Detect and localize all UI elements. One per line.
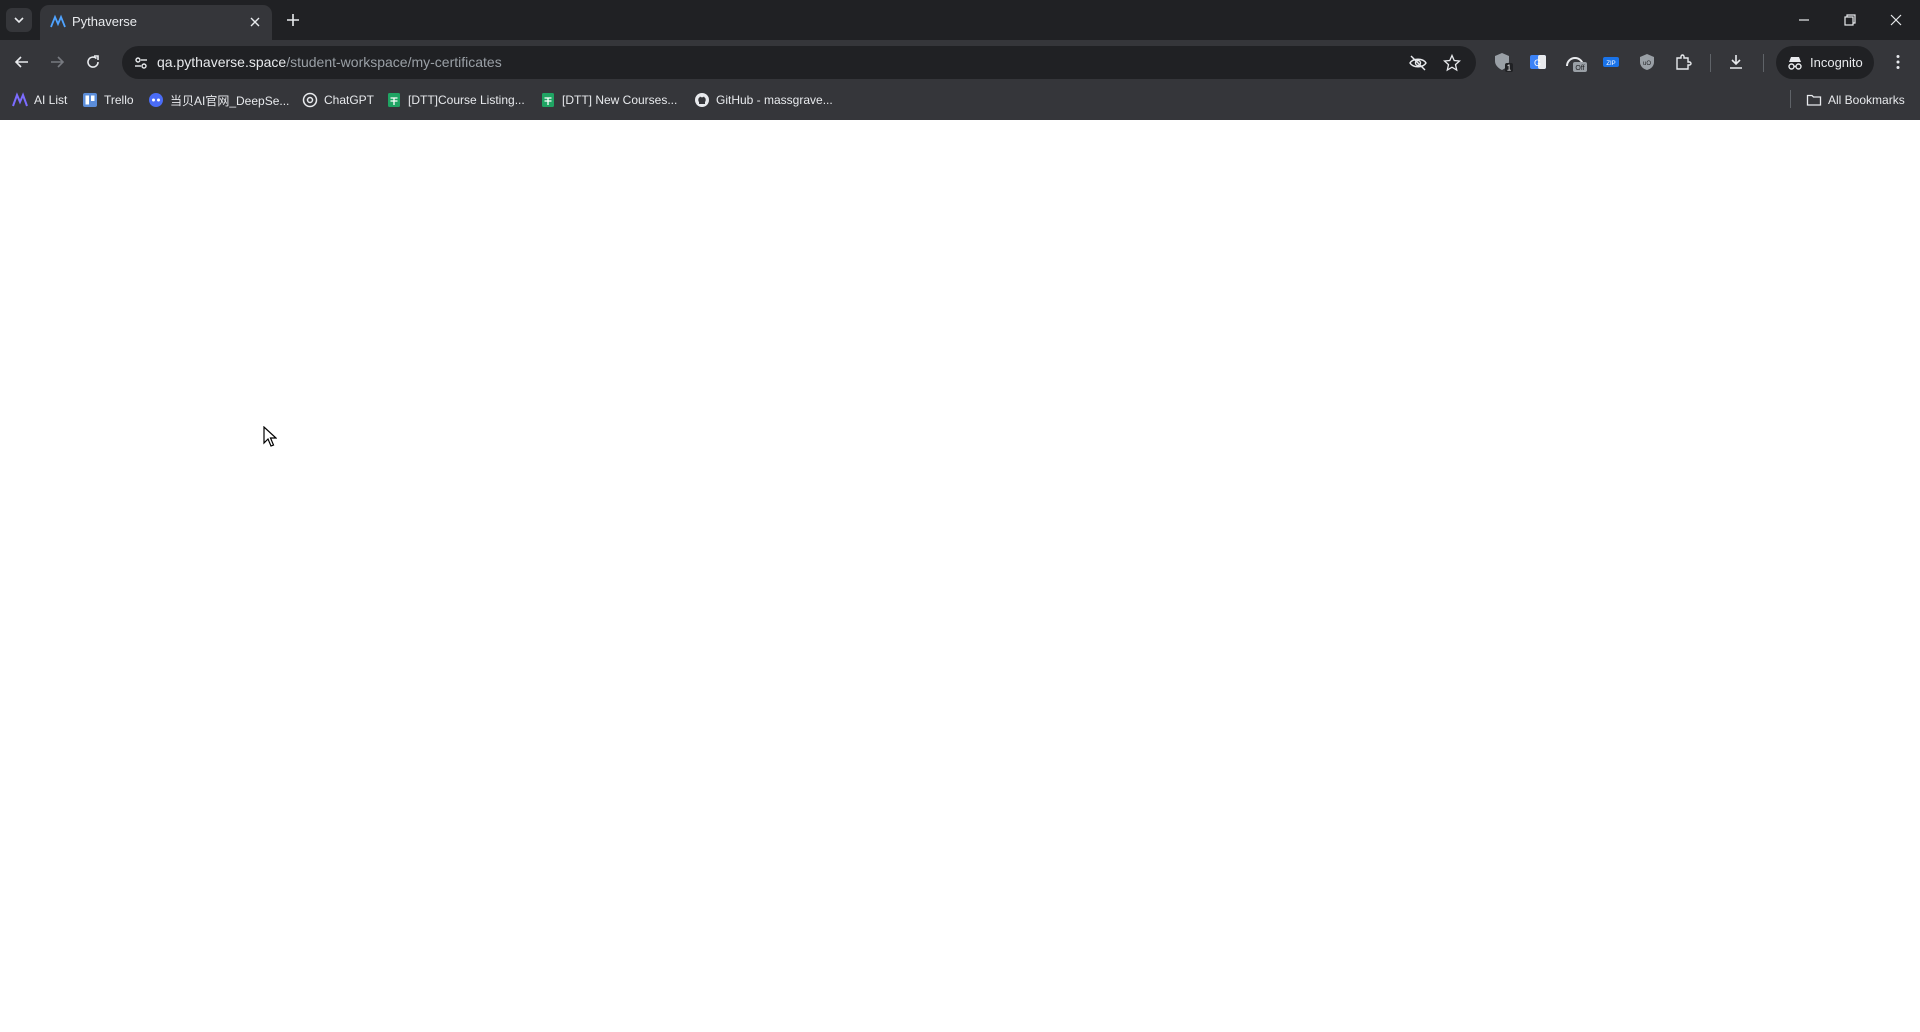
github-icon [694, 92, 710, 108]
svg-text:G: G [1534, 58, 1541, 68]
bookmark-label: [DTT] New Courses... [562, 93, 678, 107]
close-icon [1890, 14, 1902, 26]
extension-translate[interactable]: G [1524, 48, 1552, 76]
incognito-icon [1788, 57, 1802, 70]
tab-close-button[interactable] [246, 13, 264, 31]
plus-icon [287, 14, 299, 26]
restore-icon [1844, 14, 1856, 26]
arrow-right-icon [51, 56, 65, 68]
close-icon [250, 17, 260, 27]
extension-off-icon: Off [1566, 57, 1587, 72]
bookmarks-separator [1790, 90, 1791, 108]
trello-icon [82, 92, 98, 108]
arrow-left-icon [14, 56, 28, 68]
all-bookmarks-button[interactable]: All Bookmarks [1806, 90, 1905, 110]
bookmark-ai-list[interactable]: AI List [12, 90, 67, 110]
url-path: /student-workspace/my-certificates [286, 54, 502, 70]
eye-off-icon [1409, 55, 1427, 71]
reload-button[interactable] [79, 48, 107, 76]
bookmark-label: GitHub - massgrave... [716, 93, 833, 107]
extension-shield[interactable]: 1 [1489, 48, 1517, 76]
site-info-button[interactable] [128, 50, 154, 76]
more-vertical-icon [1896, 55, 1900, 69]
mouse-cursor-icon [263, 426, 277, 447]
tune-icon [135, 57, 147, 69]
dangbei-icon [148, 92, 164, 108]
bookmark-star-button[interactable] [1440, 51, 1464, 75]
bookmark-label: Trello [104, 93, 134, 107]
shield-badge: 1 [1507, 64, 1512, 73]
bookmark-trello[interactable]: Trello [82, 90, 134, 110]
off-badge: Off [1575, 65, 1584, 72]
tracking-protection-button[interactable] [1406, 51, 1430, 75]
chrome-menu-button[interactable] [1884, 48, 1912, 76]
pythaverse-favicon-icon [50, 14, 66, 28]
browser-chrome: Pythaverse qa.pythaverse.space/student-w… [0, 0, 1920, 120]
page-content-blank [0, 120, 1920, 1032]
reload-icon [87, 55, 99, 68]
ublock-icon: uO [1640, 54, 1654, 70]
minimize-icon [1799, 19, 1809, 21]
downloads-button[interactable] [1722, 48, 1750, 76]
folder-icon [1806, 92, 1822, 108]
bookmarks-bar: AI List Trello 当贝AI官网_DeepSe... ChatGPT … [0, 86, 1920, 112]
sheets-icon [386, 92, 402, 108]
extension-off[interactable]: Off [1562, 48, 1590, 76]
extension-zip[interactable]: ZIP [1597, 48, 1625, 76]
star-icon [1443, 54, 1461, 72]
svg-text:uO: uO [1643, 61, 1651, 67]
bookmark-label: [DTT]Course Listing... [408, 93, 525, 107]
chatgpt-icon [302, 92, 318, 108]
shield-icon: 1 [1495, 53, 1513, 73]
translate-icon: G [1530, 55, 1546, 69]
incognito-indicator[interactable]: Incognito [1776, 46, 1874, 79]
tab-search-button[interactable] [6, 8, 32, 32]
bookmark-dangbei[interactable]: 当贝AI官网_DeepSe... [148, 90, 289, 110]
url-host: qa.pythaverse.space [157, 54, 287, 70]
bookmark-label: ChatGPT [324, 93, 375, 107]
toolbar-separator [1763, 54, 1764, 72]
url-text[interactable]: qa.pythaverse.space/student-workspace/my… [157, 54, 502, 70]
incognito-label: Incognito [1810, 55, 1863, 70]
zip-label: ZIP [1606, 61, 1615, 67]
bookmark-dtt-course-listing[interactable]: [DTT]Course Listing... [386, 90, 525, 110]
bookmark-label: 当贝AI官网_DeepSe... [170, 93, 290, 108]
ai-list-icon [12, 92, 28, 108]
extension-ublock[interactable]: uO [1633, 48, 1661, 76]
toolbar-separator [1710, 54, 1711, 72]
bookmark-dtt-new-courses[interactable]: [DTT] New Courses... [540, 90, 677, 110]
zip-icon: ZIP [1603, 57, 1619, 67]
close-window-button[interactable] [1882, 8, 1910, 32]
tab-title: Pythaverse [72, 14, 138, 29]
puzzle-icon [1676, 54, 1692, 70]
restore-button[interactable] [1836, 8, 1864, 32]
new-tab-button[interactable] [282, 9, 304, 31]
bookmark-github[interactable]: GitHub - massgrave... [694, 90, 833, 110]
chevron-down-icon [14, 17, 24, 24]
back-button[interactable] [8, 48, 36, 76]
tab-pythaverse[interactable]: Pythaverse [40, 5, 272, 40]
tab-strip: Pythaverse [0, 0, 1920, 40]
forward-button[interactable] [43, 48, 71, 76]
download-icon [1730, 55, 1742, 69]
bookmark-label: AI List [34, 93, 68, 107]
address-bar[interactable]: qa.pythaverse.space/student-workspace/my… [122, 46, 1476, 79]
bookmark-chatgpt[interactable]: ChatGPT [302, 90, 374, 110]
minimize-button[interactable] [1790, 8, 1818, 32]
all-bookmarks-label: All Bookmarks [1828, 93, 1905, 107]
extensions-menu-button[interactable] [1669, 48, 1697, 76]
sheets-icon [540, 92, 556, 108]
